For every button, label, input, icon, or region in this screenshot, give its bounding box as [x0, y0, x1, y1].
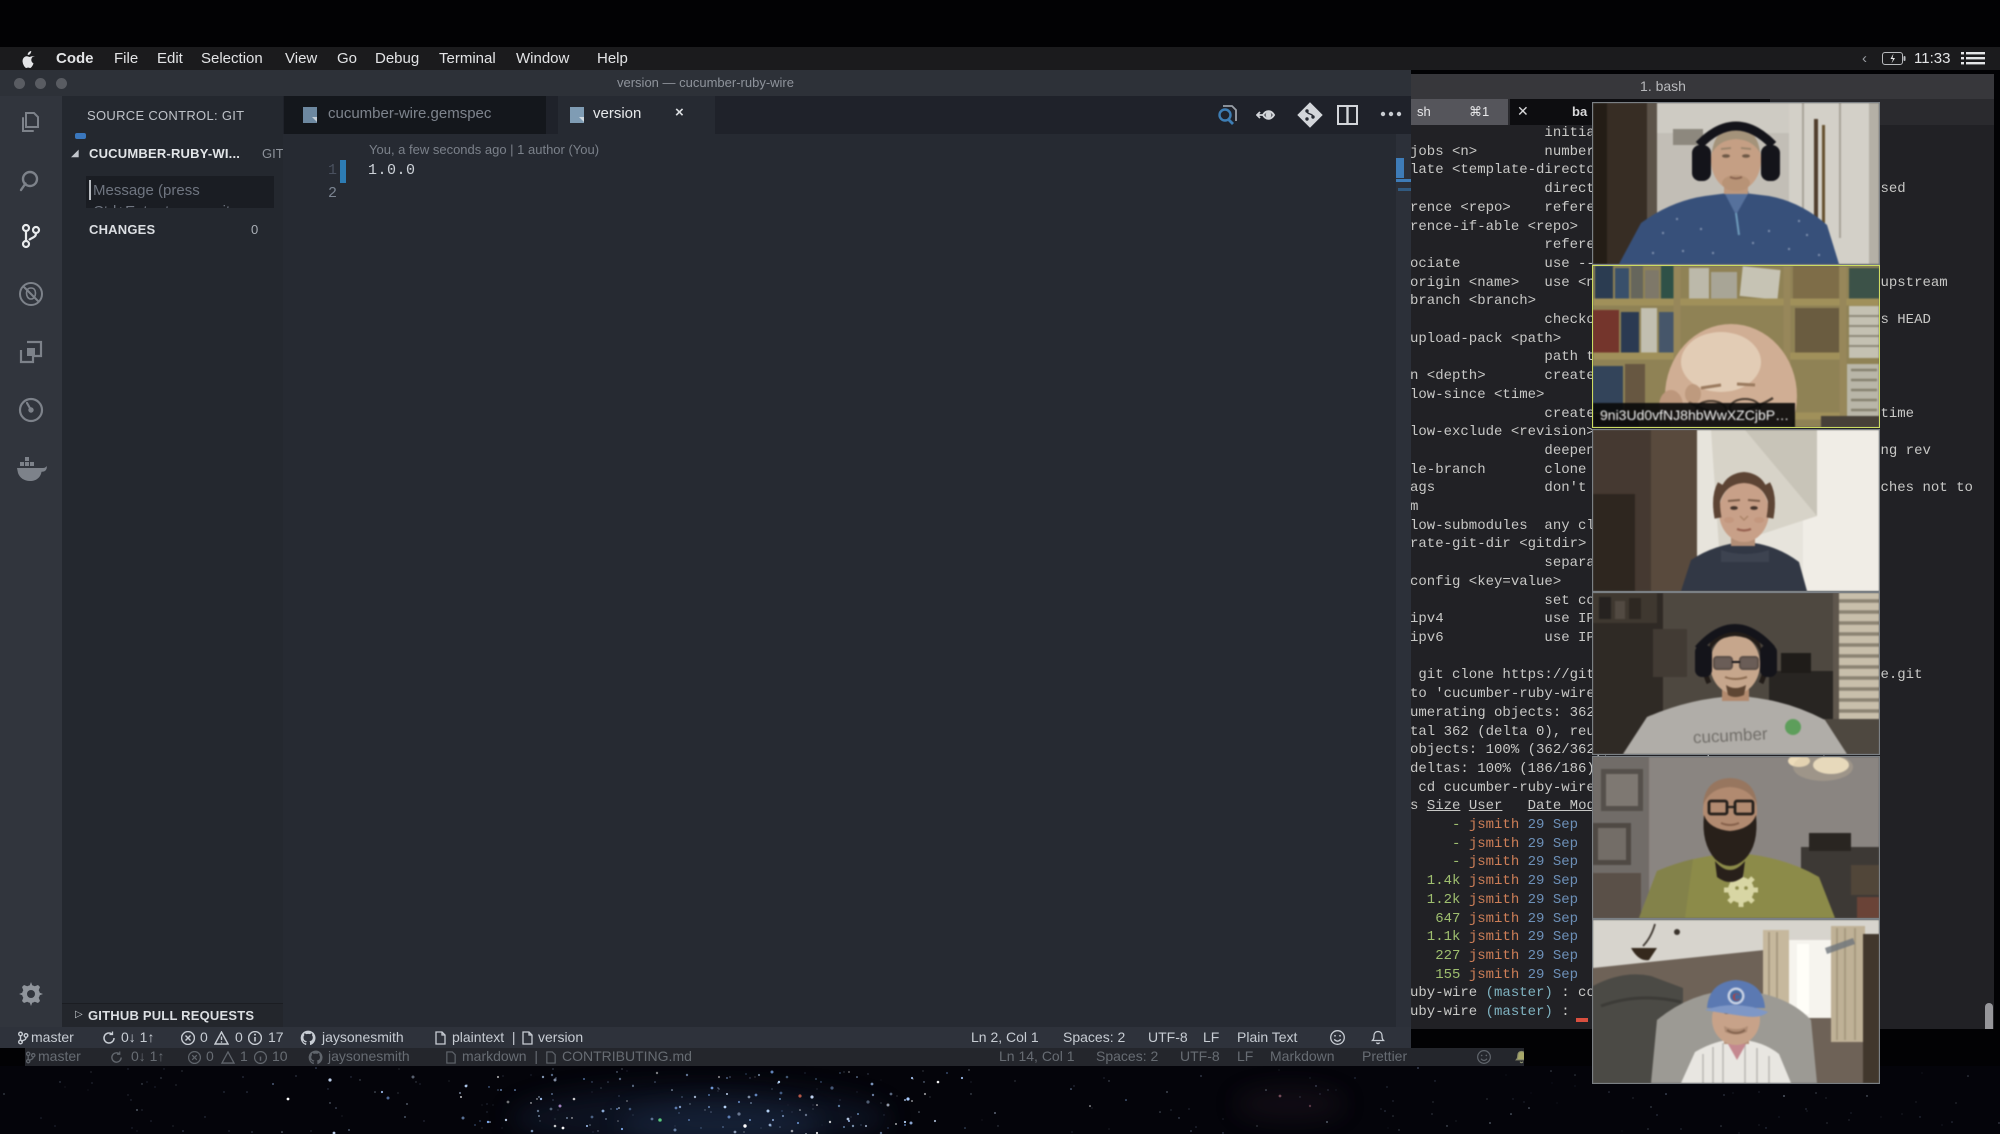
svg-text:cucumber: cucumber	[1692, 724, 1768, 747]
svg-text:C: C	[1732, 993, 1739, 1004]
svg-text:9ni3Ud0vfNJ8hbWwXZCjbP…: 9ni3Ud0vfNJ8hbWwXZCjbP…	[1600, 407, 1789, 423]
